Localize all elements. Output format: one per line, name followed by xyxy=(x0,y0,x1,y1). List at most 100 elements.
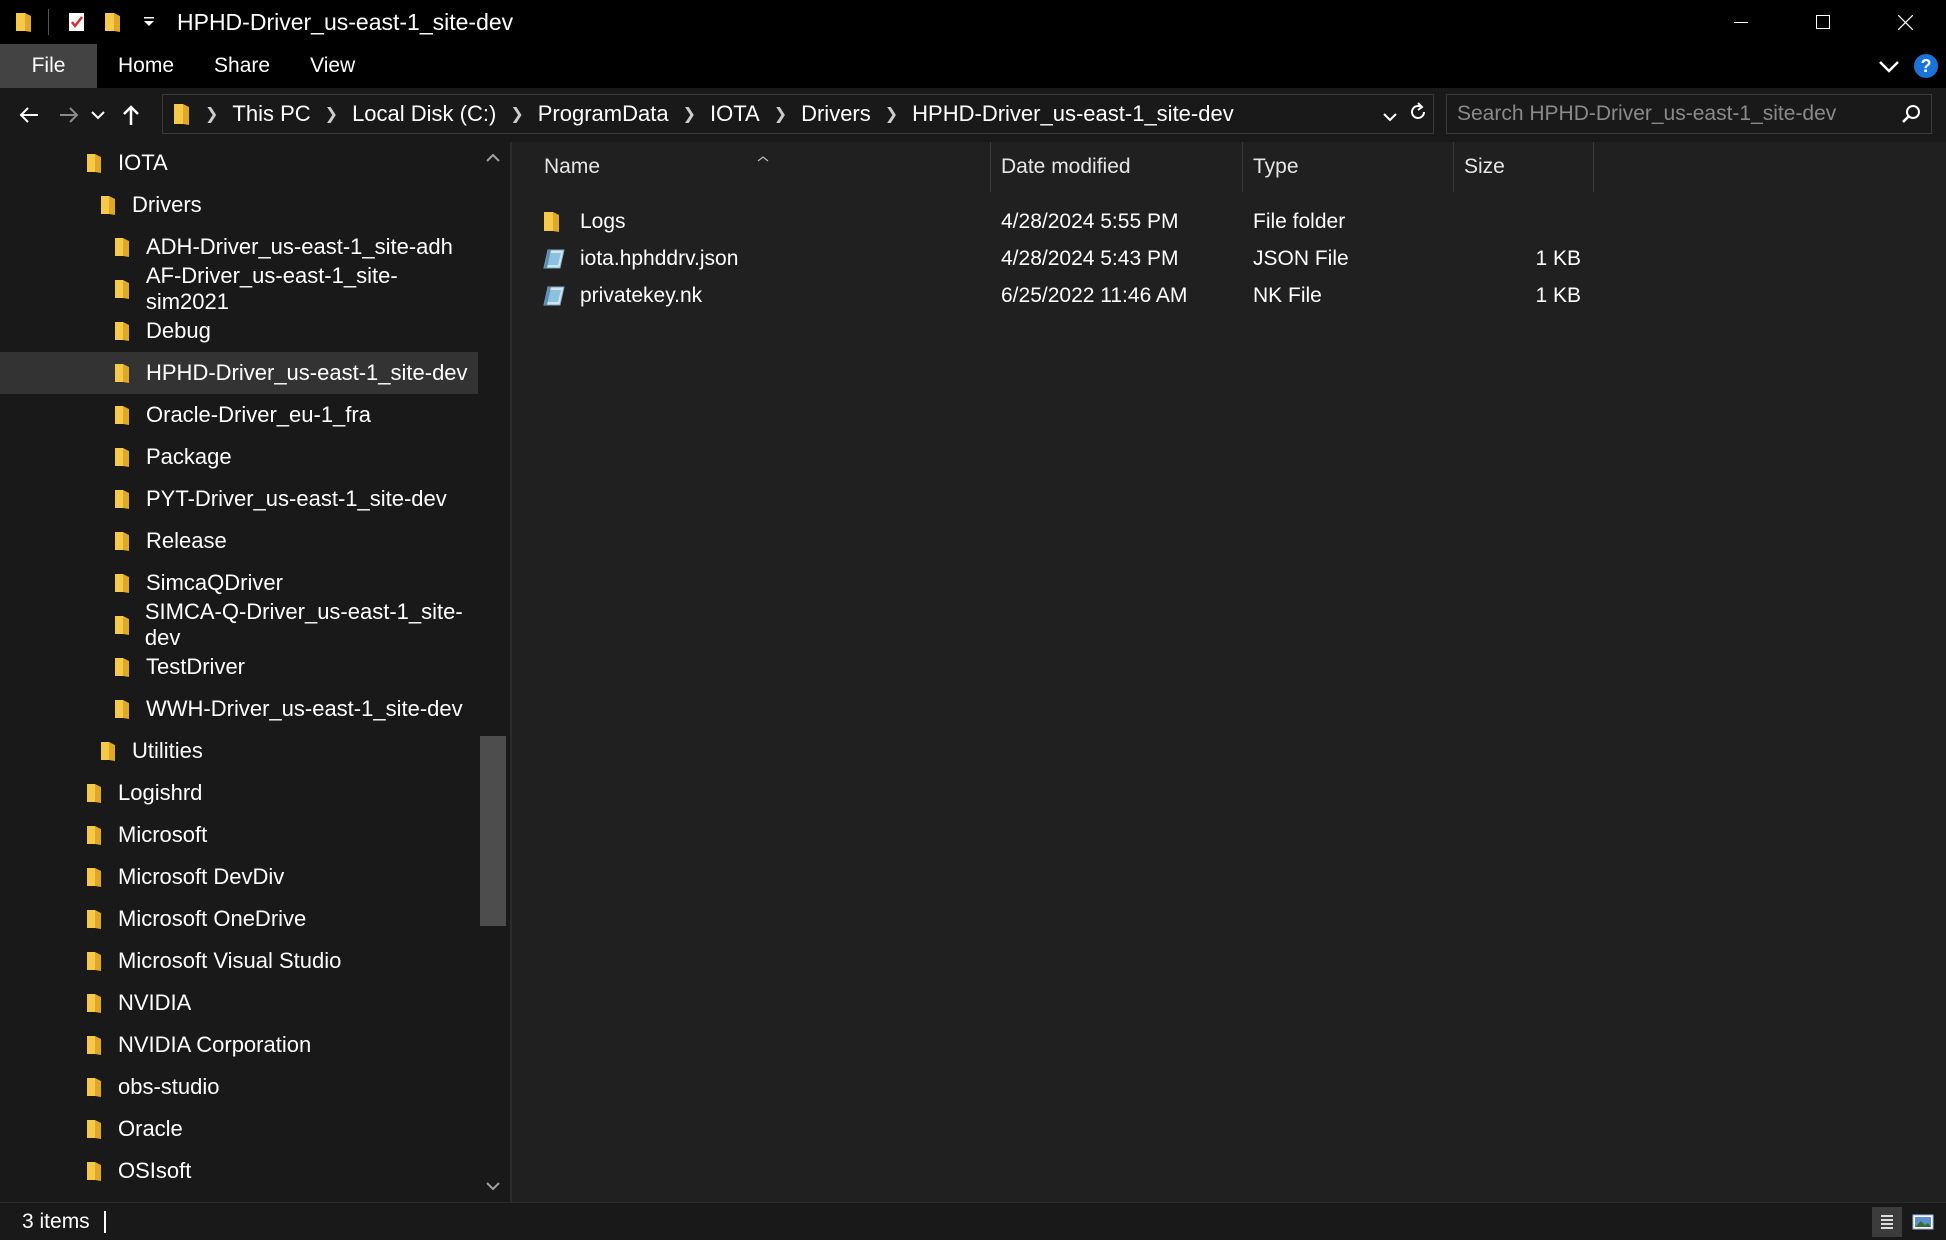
nav-tree-item-label: Drivers xyxy=(132,192,202,217)
breadcrumb-drivers[interactable]: Drivers xyxy=(801,101,871,127)
column-divider[interactable] xyxy=(990,142,991,192)
close-button[interactable] xyxy=(1864,0,1946,44)
file-date: 4/28/2024 5:43 PM xyxy=(1001,247,1179,270)
tab-share[interactable]: Share xyxy=(194,44,290,88)
chevron-down-icon xyxy=(91,111,105,120)
nav-tree-item[interactable]: TestDriver xyxy=(0,646,478,688)
folder-icon[interactable] xyxy=(12,9,36,35)
expand-ribbon-icon[interactable] xyxy=(1878,53,1900,80)
nav-tree-item[interactable]: WWH-Driver_us-east-1_site-dev xyxy=(0,688,478,730)
folder-icon xyxy=(86,1034,106,1056)
column-header-size[interactable]: Size xyxy=(1464,142,1505,192)
column-header-name[interactable]: Name xyxy=(544,142,600,192)
nav-tree-item[interactable]: Microsoft OneDrive xyxy=(0,898,478,940)
breadcrumb-local-disk[interactable]: Local Disk (C:) xyxy=(352,101,496,127)
help-icon[interactable]: ? xyxy=(1914,54,1938,78)
nav-tree-item[interactable]: PYT-Driver_us-east-1_site-dev xyxy=(0,478,478,520)
new-folder-icon[interactable] xyxy=(101,9,125,35)
customize-toolbar-icon[interactable] xyxy=(137,9,161,35)
breadcrumb-separator[interactable]: ❯ xyxy=(325,104,338,124)
search-input[interactable] xyxy=(1457,102,1887,126)
nav-tree-item[interactable]: Oracle xyxy=(0,1108,478,1150)
breadcrumb-separator[interactable]: ❯ xyxy=(510,104,523,124)
column-divider[interactable] xyxy=(1453,142,1454,192)
folder-icon xyxy=(86,1076,106,1098)
nav-tree-item[interactable]: SimcaQDriver xyxy=(0,562,478,604)
navigation-pane: IOTA Drivers ADH-Driver_us-east-1_site-adh… xyxy=(0,142,510,1202)
address-bar[interactable]: ❯ This PC ❯ Local Disk (C:) ❯ ProgramDat… xyxy=(162,94,1434,134)
file-row[interactable]: iota.hphddrv.json 4/28/2024 5:43 PM JSON F… xyxy=(542,241,1742,277)
breadcrumb-iota[interactable]: IOTA xyxy=(710,101,760,127)
nav-tree-item-label: HPHD-Driver_us-east-1_site-dev xyxy=(146,360,468,385)
nav-tree-item[interactable]: HPHD-Driver_us-east-1_site-dev xyxy=(0,352,478,394)
nav-tree-item-label: SimcaQDriver xyxy=(146,570,283,595)
breadcrumb-programdata[interactable]: ProgramData xyxy=(538,101,669,127)
tab-file[interactable]: File xyxy=(0,44,97,88)
nav-tree-item[interactable]: Utilities xyxy=(0,730,478,772)
folder-icon xyxy=(100,740,120,762)
nav-tree-item-label: Microsoft Visual Studio xyxy=(118,948,342,973)
recent-locations-button[interactable] xyxy=(86,93,110,137)
search-box[interactable] xyxy=(1446,94,1932,134)
scroll-up-icon[interactable] xyxy=(478,144,508,172)
breadcrumb-separator[interactable]: ❯ xyxy=(683,104,696,124)
file-type: NK File xyxy=(1253,284,1322,307)
column-divider[interactable] xyxy=(1593,142,1594,192)
nav-tree-item-label: ADH-Driver_us-east-1_site-adh xyxy=(146,234,453,259)
large-icons-view-button[interactable] xyxy=(1908,1207,1938,1237)
file-type: File folder xyxy=(1253,210,1346,233)
nav-tree-item[interactable]: IOTA xyxy=(0,142,478,184)
minimize-button[interactable] xyxy=(1700,0,1782,44)
nav-scrollbar[interactable] xyxy=(478,142,508,1202)
folder-icon xyxy=(86,992,106,1014)
file-row[interactable]: privatekey.nk 6/25/2022 11:46 AM NK File 1 … xyxy=(542,278,1742,314)
tab-view[interactable]: View xyxy=(290,44,375,88)
details-view-button[interactable] xyxy=(1872,1207,1902,1237)
nav-tree-item[interactable]: Microsoft DevDiv xyxy=(0,856,478,898)
nav-tree-item[interactable]: Logishrd xyxy=(0,772,478,814)
breadcrumb-current-folder[interactable]: HPHD-Driver_us-east-1_site-dev xyxy=(912,101,1234,127)
search-icon[interactable] xyxy=(1901,103,1921,130)
breadcrumb-this-pc[interactable]: This PC xyxy=(232,101,310,127)
refresh-icon[interactable] xyxy=(1409,101,1427,128)
back-button[interactable] xyxy=(12,93,46,137)
nav-tree-item[interactable]: NVIDIA xyxy=(0,982,478,1024)
nav-tree-item[interactable]: Oracle-Driver_eu-1_fra xyxy=(0,394,478,436)
folder-icon xyxy=(114,320,134,342)
scrollbar-thumb[interactable] xyxy=(480,736,506,926)
nav-tree-item[interactable]: NVIDIA Corporation xyxy=(0,1024,478,1066)
breadcrumb-separator[interactable]: ❯ xyxy=(774,104,787,124)
breadcrumb-separator[interactable]: ❯ xyxy=(885,104,898,124)
up-button[interactable] xyxy=(114,93,148,137)
nav-tree-item[interactable]: Microsoft Visual Studio xyxy=(0,940,478,982)
nav-tree-item[interactable]: AF-Driver_us-east-1_site-sim2021 xyxy=(0,263,478,314)
nav-tree-item-label: WWH-Driver_us-east-1_site-dev xyxy=(146,696,463,721)
folder-icon xyxy=(86,950,106,972)
tab-home[interactable]: Home xyxy=(98,44,194,88)
nav-tree-item-label: NVIDIA xyxy=(118,990,192,1015)
nav-tree-item[interactable]: obs-studio xyxy=(0,1066,478,1108)
scroll-down-icon[interactable] xyxy=(478,1172,508,1200)
column-divider[interactable] xyxy=(1242,142,1243,192)
file-row[interactable]: Logs 4/28/2024 5:55 PM File folder xyxy=(542,204,1742,240)
column-header-type[interactable]: Type xyxy=(1253,142,1299,192)
nav-tree-item[interactable]: ADH-Driver_us-east-1_site-adh xyxy=(0,226,478,268)
nav-tree-item[interactable]: Microsoft xyxy=(0,814,478,856)
nav-tree-item[interactable]: Debug xyxy=(0,310,478,352)
properties-icon[interactable] xyxy=(65,9,89,35)
status-bar: 3 items xyxy=(0,1202,1946,1240)
folder-icon xyxy=(86,152,106,174)
nav-tree-item[interactable]: SIMCA-Q-Driver_us-east-1_site-dev xyxy=(0,599,478,650)
forward-button[interactable] xyxy=(52,93,86,137)
address-dropdown-icon[interactable] xyxy=(1383,101,1397,128)
maximize-button[interactable] xyxy=(1782,0,1864,44)
nav-tree-item[interactable]: OSIsoft xyxy=(0,1150,478,1192)
nav-tree-item-label: IOTA xyxy=(118,150,168,175)
column-header-date[interactable]: Date modified xyxy=(1001,142,1131,192)
nav-tree-item[interactable]: Release xyxy=(0,520,478,562)
nav-tree-item[interactable]: Drivers xyxy=(0,184,478,226)
folder-icon xyxy=(86,866,106,888)
nav-tree-item-label: Release xyxy=(146,528,227,553)
nav-tree-item[interactable]: Package xyxy=(0,436,478,478)
text-caret xyxy=(103,1210,106,1233)
